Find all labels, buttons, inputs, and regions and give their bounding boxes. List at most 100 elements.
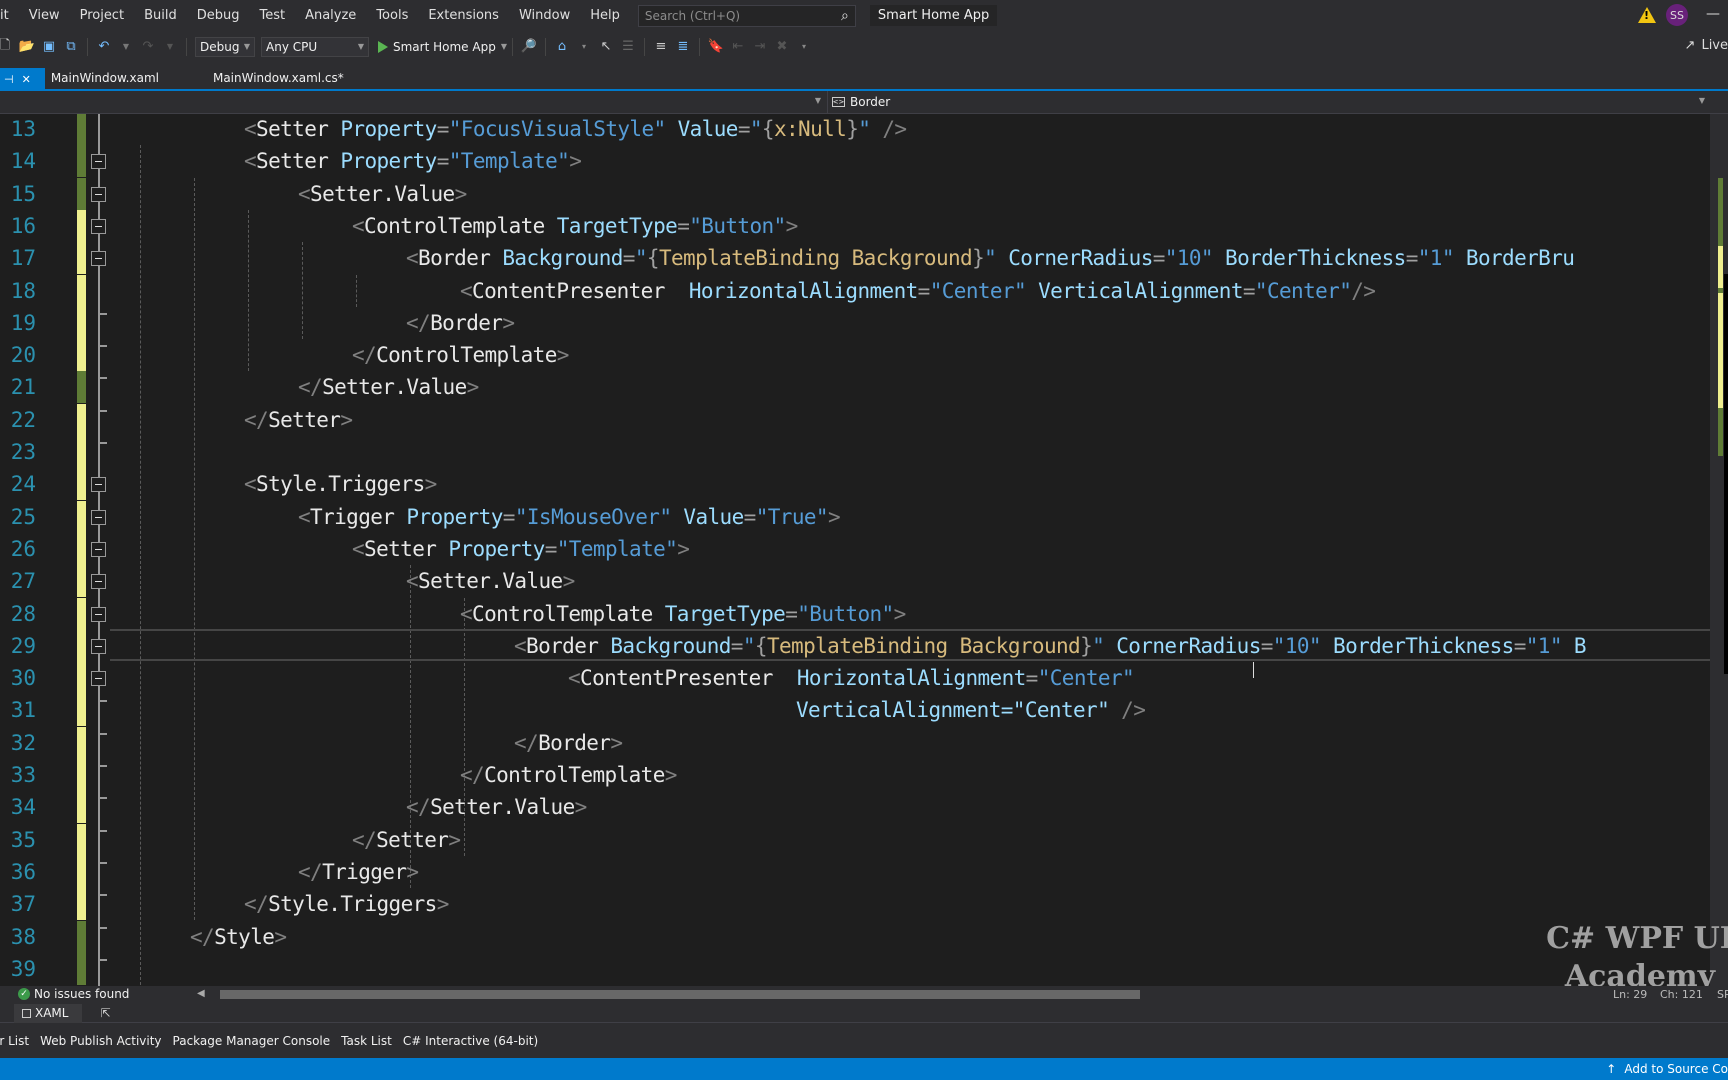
undo-icon[interactable]: ↶: [95, 38, 113, 56]
menu-edit[interactable]: it: [0, 8, 19, 23]
tab-task-list[interactable]: Task List: [341, 1034, 392, 1048]
collapse-icon[interactable]: [91, 218, 106, 234]
code-line[interactable]: </Border>: [514, 727, 623, 759]
redo-dropdown-icon[interactable]: ▼: [161, 38, 179, 56]
xaml-view-tab[interactable]: XAML: [14, 1003, 83, 1023]
menu-project[interactable]: Project: [70, 8, 134, 23]
vertical-scrollbar[interactable]: [1710, 114, 1728, 986]
collapse-icon[interactable]: [91, 251, 106, 267]
code-line[interactable]: <ContentPresenter HorizontalAlignment="C…: [460, 275, 1376, 307]
popout-icon[interactable]: ⇱: [100, 1006, 110, 1020]
tab-web-publish-activity[interactable]: Web Publish Activity: [40, 1034, 161, 1048]
issues-indicator[interactable]: ✓ No issues found: [18, 987, 129, 1001]
code-line[interactable]: </Setter.Value>: [406, 791, 587, 823]
live-share-button[interactable]: ↗ Live: [1685, 38, 1728, 53]
scope-dropdown[interactable]: ▼: [0, 91, 828, 113]
add-to-source-control-button[interactable]: ↑ Add to Source Co: [1606, 1062, 1728, 1076]
code-line[interactable]: <Trigger Property="IsMouseOver" Value="T…: [298, 501, 841, 533]
select-element-icon[interactable]: ↖: [597, 38, 615, 56]
scrollbar-thumb[interactable]: [1724, 274, 1728, 674]
open-file-icon[interactable]: 📂: [18, 38, 36, 56]
code-line[interactable]: <ControlTemplate TargetType="Button">: [352, 210, 798, 242]
clear-bookmarks-icon[interactable]: ✖: [773, 38, 791, 56]
code-line[interactable]: <Setter.Value>: [406, 565, 575, 597]
save-all-icon[interactable]: ⧉: [62, 38, 80, 56]
menu-build[interactable]: Build: [134, 8, 187, 23]
scroll-left-arrow[interactable]: ◀: [197, 988, 205, 999]
tab-mainwindow-xaml-cs[interactable]: MainWindow.xaml.cs*: [169, 68, 354, 88]
pin-icon[interactable]: ⊣: [4, 73, 14, 86]
tab-mainwindow-xaml[interactable]: ⊣ ✕: [0, 68, 45, 90]
horizontal-scrollbar-thumb[interactable]: [220, 990, 1140, 999]
avatar[interactable]: SS: [1666, 4, 1688, 26]
collapse-icon[interactable]: [91, 671, 106, 687]
chevron-down-icon[interactable]: ▼: [501, 42, 507, 51]
code-line[interactable]: </Border>: [406, 307, 515, 339]
watermark: C# WPF UI Academy: [1540, 920, 1728, 996]
find-in-files-icon[interactable]: 🔎: [520, 38, 538, 56]
code-editor[interactable]: 13 <Setter Property="FocusVisualStyle" Va…: [0, 114, 1710, 986]
code-line[interactable]: </Setter.Value>: [298, 371, 479, 403]
new-project-icon[interactable]: 🗋: [0, 38, 14, 56]
code-line[interactable]: <Border Background="{TemplateBinding Bac…: [406, 242, 1575, 274]
code-line[interactable]: <Setter Property="FocusVisualStyle" Valu…: [244, 114, 907, 145]
collapse-icon[interactable]: [91, 606, 106, 622]
tab-csharp-interactive[interactable]: C# Interactive (64-bit): [403, 1034, 538, 1048]
comment-icon[interactable]: ≡: [652, 38, 670, 56]
warning-icon[interactable]: !: [1638, 7, 1656, 23]
collapse-icon[interactable]: [91, 186, 106, 202]
code-line[interactable]: </Trigger>: [298, 856, 419, 888]
collapse-icon[interactable]: [91, 154, 106, 170]
menu-view[interactable]: View: [19, 8, 70, 23]
code-line[interactable]: <Setter Property="Template">: [244, 145, 582, 177]
tab-mainwindow-xaml-label[interactable]: MainWindow.xaml: [45, 68, 169, 88]
code-line[interactable]: </Setter>: [244, 404, 353, 436]
uncomment-icon[interactable]: ≣: [674, 38, 692, 56]
collapse-icon[interactable]: [91, 477, 106, 493]
undo-dropdown-icon[interactable]: ▼: [117, 38, 135, 56]
prev-bookmark-icon[interactable]: ⇤: [729, 38, 747, 56]
status-bar: ↑ Add to Source Co: [0, 1058, 1728, 1080]
bookmark-icon[interactable]: 🔖: [707, 38, 725, 56]
menu-window[interactable]: Window: [509, 8, 580, 23]
code-line[interactable]: </Style>: [190, 921, 287, 953]
overflow-icon[interactable]: ▾: [795, 38, 813, 56]
menu-debug[interactable]: Debug: [187, 8, 250, 23]
code-line[interactable]: <ControlTemplate TargetType="Button">: [460, 598, 906, 630]
code-line[interactable]: <Setter Property="Template">: [352, 533, 690, 565]
next-bookmark-icon[interactable]: ⇥: [751, 38, 769, 56]
code-line[interactable]: <Border Background="{TemplateBinding Bac…: [514, 630, 1587, 662]
home-icon[interactable]: ⌂: [553, 38, 571, 56]
menu-help[interactable]: Help: [580, 8, 630, 23]
menu-analyze[interactable]: Analyze: [295, 8, 366, 23]
menu-tools[interactable]: Tools: [366, 8, 418, 23]
code-line[interactable]: VerticalAlignment="Center" />: [796, 694, 1146, 726]
overflow-icon[interactable]: ▾: [575, 38, 593, 56]
search-input[interactable]: Search (Ctrl+Q) ⌕: [637, 4, 856, 27]
collapse-icon[interactable]: [91, 574, 106, 590]
platform-select[interactable]: Any CPU ▼: [261, 36, 369, 57]
code-line[interactable]: </ControlTemplate>: [352, 339, 569, 371]
collapse-icon[interactable]: [91, 509, 106, 525]
code-line[interactable]: </Style.Triggers>: [244, 888, 449, 920]
collapse-icon[interactable]: [91, 541, 106, 557]
close-icon[interactable]: ✕: [22, 73, 31, 86]
element-dropdown[interactable]: <> Border ▼: [830, 91, 1711, 113]
line-number: 19: [10, 310, 36, 335]
tab-package-manager-console[interactable]: Package Manager Console: [173, 1034, 331, 1048]
start-debugging-button[interactable]: Smart Home App ▼: [378, 40, 507, 54]
save-icon[interactable]: ▣: [40, 38, 58, 56]
layout-icon[interactable]: ☰: [619, 38, 637, 56]
code-line[interactable]: </ControlTemplate>: [460, 759, 677, 791]
code-line[interactable]: <Style.Triggers>: [244, 468, 437, 500]
code-line[interactable]: </Setter>: [352, 824, 461, 856]
code-line[interactable]: <ContentPresenter HorizontalAlignment="C…: [568, 662, 1135, 694]
collapse-icon[interactable]: [91, 638, 106, 654]
minimize-button[interactable]: —: [1706, 6, 1720, 22]
code-line[interactable]: <Setter.Value>: [298, 178, 467, 210]
menu-extensions[interactable]: Extensions: [418, 8, 509, 23]
configuration-select[interactable]: Debug ▼: [195, 36, 255, 57]
redo-icon[interactable]: ↷: [139, 38, 157, 56]
menu-test[interactable]: Test: [249, 8, 295, 23]
tab-error-list[interactable]: or List: [0, 1034, 29, 1048]
